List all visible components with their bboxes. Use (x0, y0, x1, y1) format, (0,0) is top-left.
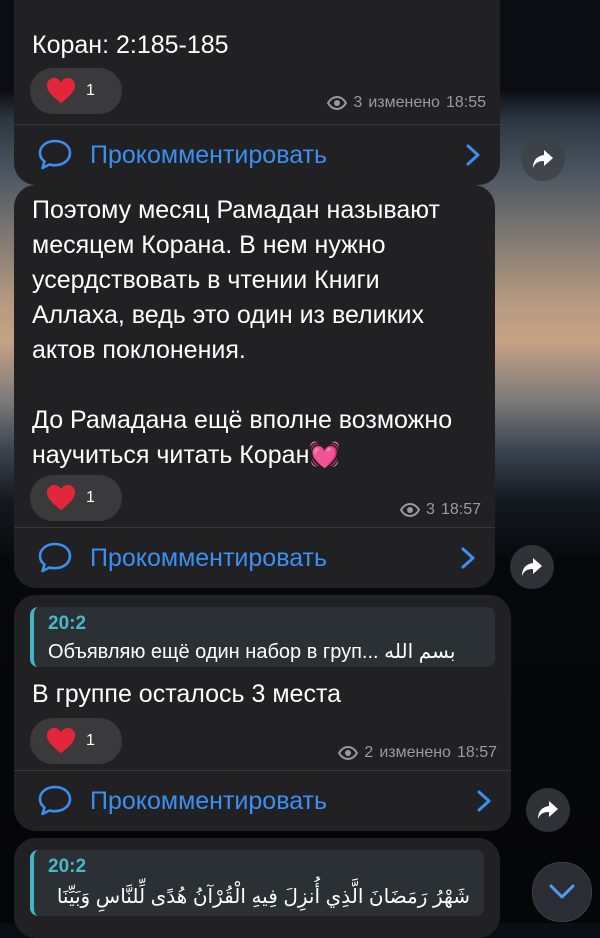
edited-label: изменено (368, 94, 440, 111)
share-button[interactable] (510, 545, 554, 589)
comment-button[interactable]: Прокомментировать (14, 770, 511, 831)
heart-icon (46, 77, 76, 104)
comment-label: Прокомментировать (90, 543, 328, 572)
heart-icon (46, 484, 76, 511)
chevron-right-icon (466, 144, 480, 166)
reply-quote[interactable]: 20:2 Объявляю ещё один набор в груп... ب… (30, 607, 495, 667)
reply-text: شَهْرُ رَمَضَانَ الَّذِي أُنزِلَ فِيهِ ا… (56, 886, 470, 908)
comment-label: Прокомментировать (90, 140, 328, 169)
reaction-chip[interactable]: 1 (30, 718, 122, 764)
view-count: 3 (353, 94, 363, 111)
eye-icon (338, 746, 359, 760)
chevron-down-icon (549, 884, 575, 899)
message-text: Поэтому месяц Рамадан называют месяцем К… (14, 193, 495, 473)
chevron-right-icon (461, 547, 475, 569)
eye-icon (400, 503, 421, 517)
message-meta: 3 изменено 18:55 (327, 94, 486, 112)
reaction-chip[interactable]: 1 (30, 68, 122, 114)
message-bubble[interactable]: Коран: 2:185-185 1 3 изменено 18:55 Прок… (14, 0, 500, 185)
message-text: В группе осталось 3 места (32, 680, 342, 708)
heart-icon (46, 727, 76, 754)
message-bubble[interactable]: 20:2 Объявляю ещё один набор в груп... ب… (14, 595, 511, 831)
comment-label: Прокомментировать (90, 786, 328, 815)
comment-bubble-icon (38, 542, 72, 573)
heart-emoji: 💓 (309, 441, 341, 469)
message-time: 18:55 (445, 94, 486, 111)
reaction-count: 1 (86, 82, 95, 99)
share-arrow-icon (538, 801, 558, 819)
message-body: Поэтому месяц Рамадан называют месяцем К… (32, 196, 453, 469)
reply-text: Объявляю ещё один набор в груп... بسم ال… (48, 641, 456, 663)
view-count: 3 (426, 501, 435, 518)
view-count: 2 (364, 744, 374, 761)
reply-author: 20:2 (48, 613, 87, 634)
chevron-right-icon (477, 790, 491, 812)
scroll-to-bottom-button[interactable] (532, 862, 592, 922)
reply-author: 20:2 (48, 856, 87, 877)
message-time: 18:57 (456, 744, 497, 761)
comment-button[interactable]: Прокомментировать (14, 124, 500, 185)
share-arrow-icon (522, 558, 542, 576)
message-text: Коран: 2:185-185 (32, 31, 229, 59)
reaction-chip[interactable]: 1 (30, 475, 122, 521)
share-button[interactable] (526, 788, 570, 832)
message-time: 18:57 (440, 501, 481, 518)
share-arrow-icon (533, 150, 553, 168)
reaction-count: 1 (86, 489, 95, 506)
message-bubble[interactable]: 20:2 شَهْرُ رَمَضَانَ الَّذِي أُنزِلَ فِ… (14, 838, 500, 938)
edited-label: изменено (379, 744, 451, 761)
message-bubble[interactable]: Поэтому месяц Рамадан называют месяцем К… (14, 185, 495, 588)
reply-quote[interactable]: 20:2 شَهْرُ رَمَضَانَ الَّذِي أُنزِلَ فِ… (30, 850, 484, 916)
message-meta: 2 изменено 18:57 (338, 744, 497, 762)
eye-icon (327, 96, 348, 110)
comment-bubble-icon (38, 139, 72, 170)
comment-bubble-icon (38, 785, 72, 816)
reaction-count: 1 (86, 732, 95, 749)
message-meta: 3 18:57 (400, 501, 481, 519)
comment-button[interactable]: Прокомментировать (14, 527, 495, 588)
share-button[interactable] (521, 137, 565, 181)
